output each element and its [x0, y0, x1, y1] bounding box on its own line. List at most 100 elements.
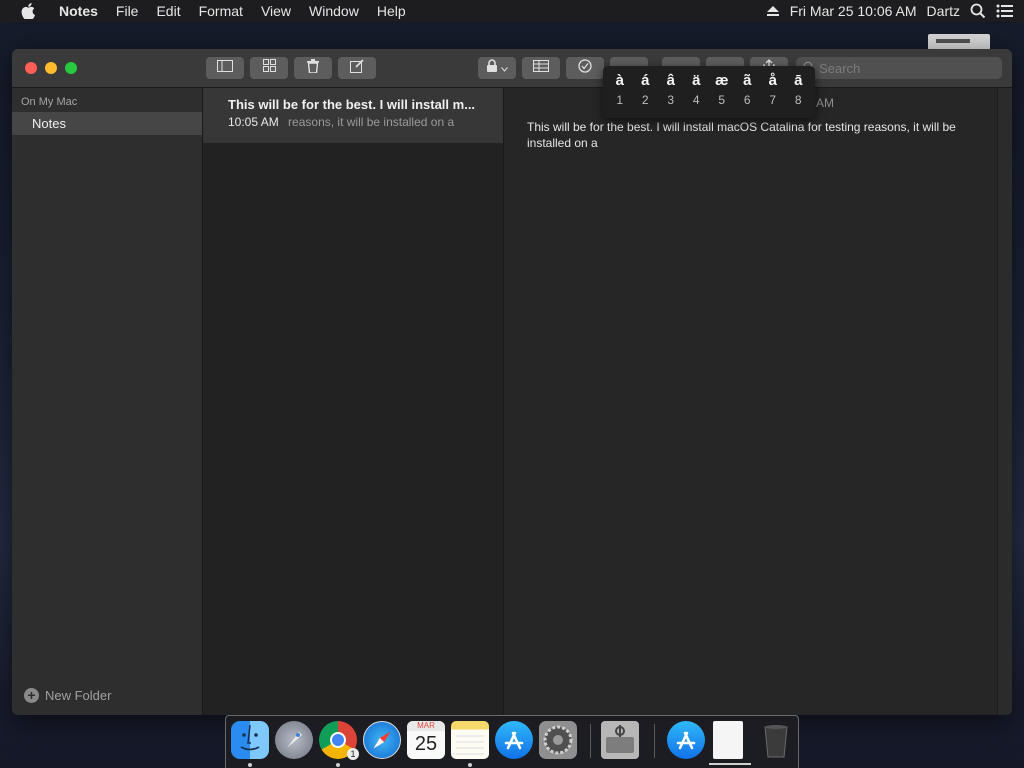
menu-format[interactable]: Format — [190, 0, 252, 22]
delete-note-button[interactable] — [294, 57, 332, 79]
dock: 1 MAR 25 — [225, 715, 799, 768]
note-editor[interactable]: AM This will be for the best. I will ins… — [504, 88, 997, 715]
safari-icon[interactable] — [363, 721, 401, 759]
trash-icon — [307, 58, 319, 78]
close-button[interactable] — [25, 62, 37, 74]
note-list: This will be for the best. I will instal… — [203, 88, 504, 715]
minimize-button[interactable] — [45, 62, 57, 74]
running-indicator — [468, 763, 472, 767]
desktop-drive-icon[interactable] — [928, 34, 990, 50]
sidebar-section-title: On My Mac — [21, 96, 78, 108]
accent-option[interactable]: ā8 — [787, 66, 809, 118]
accent-character-popup: à1 á2 â3 ä4 æ5 ã6 å7 ā8 — [603, 66, 815, 118]
search-field[interactable] — [796, 57, 1002, 79]
trash-bin-icon[interactable] — [757, 721, 795, 759]
checklist-button[interactable] — [566, 57, 604, 79]
notes-app-icon[interactable] — [451, 721, 489, 759]
accent-number: 7 — [769, 93, 777, 107]
note-title: This will be for the best. I will instal… — [228, 97, 476, 112]
menu-help[interactable]: Help — [368, 0, 415, 22]
accent-option[interactable]: å7 — [762, 66, 784, 118]
note-body-text[interactable]: This will be for the best. I will instal… — [527, 119, 982, 151]
note-time: 10:05 AM — [228, 115, 279, 129]
notes-window: On My Mac Notes + New Folder This will b… — [12, 49, 1012, 715]
accent-option[interactable]: à1 — [609, 66, 631, 118]
eject-icon[interactable] — [766, 5, 780, 17]
accent-number: 4 — [692, 93, 700, 107]
list-item[interactable]: This will be for the best. I will instal… — [203, 88, 503, 143]
plus-icon: + — [24, 688, 39, 703]
new-note-button[interactable] — [338, 57, 376, 79]
chrome-icon[interactable]: 1 — [319, 721, 359, 760]
menu-user-name[interactable]: Dartz — [927, 0, 960, 22]
toolbar — [12, 49, 1012, 88]
grid-icon — [262, 59, 276, 77]
menu-app-notes[interactable]: Notes — [50, 0, 107, 22]
accent-char: å — [768, 72, 777, 89]
lock-note-button[interactable] — [478, 57, 516, 79]
app-store-folder-icon[interactable] — [667, 721, 705, 759]
menu-window[interactable]: Window — [300, 0, 368, 22]
lock-icon — [486, 59, 498, 77]
accent-char: â — [666, 72, 675, 89]
accent-option[interactable]: ä4 — [685, 66, 707, 118]
notification-badge: 1 — [347, 748, 359, 760]
finder-icon[interactable] — [231, 721, 269, 759]
app-store-icon[interactable] — [495, 721, 533, 759]
insert-table-button[interactable] — [522, 57, 560, 79]
accent-number: 8 — [794, 93, 802, 107]
accent-char: æ — [715, 72, 729, 89]
calendar-day: 25 — [414, 733, 438, 755]
search-input[interactable] — [815, 60, 989, 76]
accent-number: 1 — [616, 93, 624, 107]
folders-sidebar: On My Mac Notes + New Folder — [12, 88, 203, 715]
accent-char: ä — [692, 72, 701, 89]
menu-bar: Notes File Edit Format View Window Help … — [0, 0, 1024, 22]
menu-clock[interactable]: Fri Mar 25 10:06 AM — [790, 0, 917, 22]
sidebar-item-label: Notes — [32, 116, 66, 131]
accent-option[interactable]: á2 — [634, 66, 656, 118]
launchpad-icon[interactable] — [275, 721, 313, 759]
accent-option[interactable]: â3 — [660, 66, 682, 118]
compose-icon — [350, 58, 364, 78]
running-indicator — [336, 763, 340, 767]
zoom-button[interactable] — [65, 62, 77, 74]
accent-char: à — [615, 72, 624, 89]
new-folder-label: New Folder — [45, 688, 112, 703]
dock-underline — [709, 763, 751, 765]
document-icon[interactable] — [713, 721, 743, 759]
accent-char: á — [641, 72, 650, 89]
accent-option[interactable]: ã6 — [736, 66, 758, 118]
apple-menu-icon[interactable] — [20, 3, 36, 19]
accent-number: 3 — [667, 93, 675, 107]
menu-edit[interactable]: Edit — [147, 0, 189, 22]
menu-file[interactable]: File — [107, 0, 148, 22]
note-date: AM — [816, 96, 834, 110]
table-icon — [533, 59, 549, 77]
gallery-view-button[interactable] — [250, 57, 288, 79]
checkmark-circle-icon — [578, 58, 592, 78]
chevron-down-icon — [501, 59, 508, 77]
accent-char: ã — [743, 72, 752, 89]
accent-char: ā — [794, 72, 803, 89]
system-preferences-icon[interactable] — [539, 721, 577, 759]
accent-number: 6 — [743, 93, 751, 107]
menu-view[interactable]: View — [252, 0, 300, 22]
accent-option[interactable]: æ5 — [711, 66, 733, 118]
accent-number: 2 — [641, 93, 649, 107]
new-folder-button[interactable]: + New Folder — [24, 688, 111, 703]
sidebar-icon — [217, 59, 233, 77]
toggle-sidebar-button[interactable] — [206, 57, 244, 79]
calendar-month: MAR — [407, 721, 445, 731]
accent-number: 5 — [718, 93, 726, 107]
spotlight-search-icon[interactable] — [970, 3, 986, 19]
note-meta: 10:05 AM reasons, it will be installed o… — [228, 115, 498, 129]
notification-center-icon[interactable] — [996, 4, 1014, 18]
scrollbar[interactable] — [997, 88, 1012, 715]
calendar-icon[interactable]: MAR 25 — [407, 721, 445, 759]
sidebar-item-notes[interactable]: Notes — [12, 112, 202, 135]
disk-utility-icon[interactable] — [601, 721, 639, 759]
note-preview: reasons, it will be installed on a — [288, 115, 455, 129]
running-indicator — [248, 763, 252, 767]
dock-separator — [590, 724, 591, 758]
